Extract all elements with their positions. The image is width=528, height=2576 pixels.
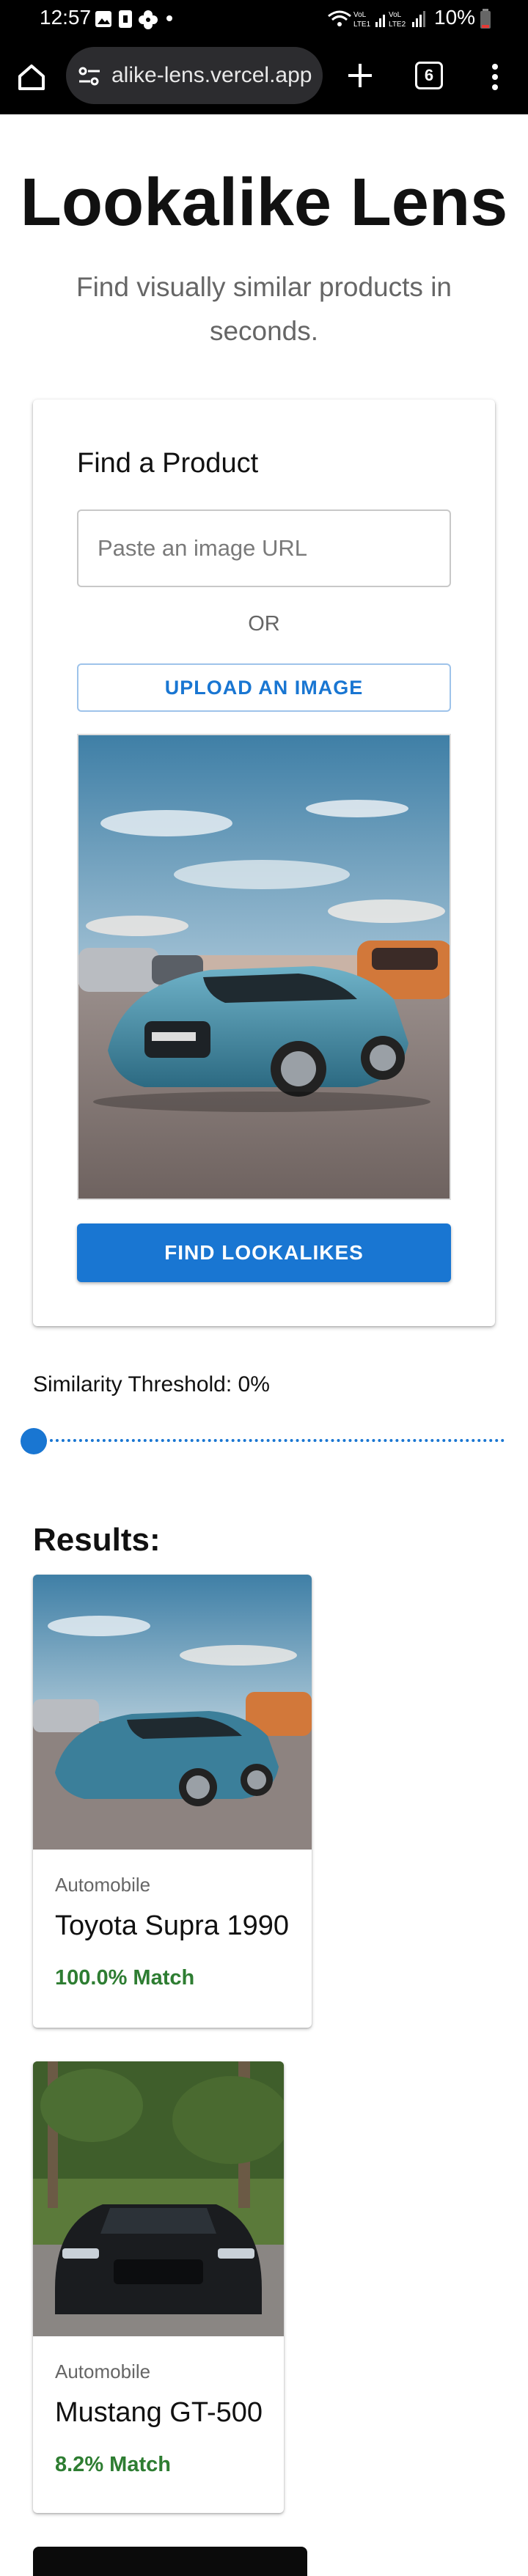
url-text: alike-lens.vercel.app xyxy=(111,63,312,87)
pinwheel-icon xyxy=(139,10,158,29)
battery-percent: 10% xyxy=(434,6,476,29)
browser-toolbar: alike-lens.vercel.app 6 xyxy=(0,38,528,114)
uploaded-image-preview xyxy=(77,734,451,1200)
result-match-score: 100.0% Match xyxy=(55,1966,195,1990)
supra-photo xyxy=(78,735,450,1199)
result-name: Mustang GT-500 xyxy=(55,2397,263,2428)
signal-lte2-icon: VoL LTE2 xyxy=(389,11,425,29)
page-title: Lookalike Lens xyxy=(20,165,508,240)
battery-icon xyxy=(480,9,491,29)
svg-text:LTE2: LTE2 xyxy=(389,21,406,29)
result-card[interactable]: Automobile Toyota Supra 1990 100.0% Matc… xyxy=(33,1575,312,2028)
tab-switcher-button[interactable]: 6 xyxy=(415,62,443,89)
or-divider: OR xyxy=(248,612,280,636)
new-tab-icon[interactable] xyxy=(342,57,378,94)
result-card[interactable]: Automobile Mustang GT-500 8.2% Match xyxy=(33,2061,284,2513)
supra-thumbnail xyxy=(33,1575,312,1850)
gallery-icon xyxy=(95,11,111,27)
home-icon[interactable] xyxy=(13,59,50,95)
upload-image-button[interactable]: UPLOAD AN IMAGE xyxy=(77,663,451,712)
site-settings-icon[interactable] xyxy=(76,63,103,89)
result-match-score: 8.2% Match xyxy=(55,2453,171,2476)
svg-text:VoL: VoL xyxy=(389,11,402,19)
dot-icon xyxy=(166,15,172,21)
signal-lte1-icon: VoL LTE1 xyxy=(353,11,385,29)
page-subtitle: Find visually similar products in second… xyxy=(76,272,452,346)
image-url-input[interactable] xyxy=(77,509,451,587)
result-image xyxy=(33,1575,312,1850)
svg-text:VoL: VoL xyxy=(353,11,367,19)
results-heading: Results: xyxy=(33,1522,161,1558)
wifi-icon xyxy=(328,10,351,26)
result-image xyxy=(33,2061,284,2336)
more-menu-icon[interactable] xyxy=(484,59,506,95)
card-title: Find a Product xyxy=(77,448,259,479)
similarity-threshold-label: Similarity Threshold: 0% xyxy=(33,1372,270,1396)
find-lookalikes-button[interactable]: FIND LOOKALIKES xyxy=(77,1223,451,1282)
result-category: Automobile xyxy=(55,2360,151,2382)
mustang-thumbnail xyxy=(33,2061,284,2336)
result-category: Automobile xyxy=(55,1874,151,1896)
svg-text:LTE1: LTE1 xyxy=(353,21,371,29)
slider-thumb[interactable] xyxy=(21,1428,47,1454)
lock-note-icon xyxy=(119,10,132,28)
address-bar[interactable]: alike-lens.vercel.app xyxy=(66,47,323,104)
status-bar: 12:57 VoL LTE1 VoL LTE2 10% xyxy=(0,0,528,38)
find-product-card: Find a Product OR UPLOAD AN IMAGE xyxy=(33,400,495,1326)
status-time: 12:57 xyxy=(40,6,92,29)
slider-track[interactable] xyxy=(32,1439,505,1442)
result-name: Toyota Supra 1990 xyxy=(55,1910,290,1941)
similarity-threshold-slider[interactable] xyxy=(21,1426,505,1455)
next-result-card-partial[interactable] xyxy=(33,2547,307,2576)
